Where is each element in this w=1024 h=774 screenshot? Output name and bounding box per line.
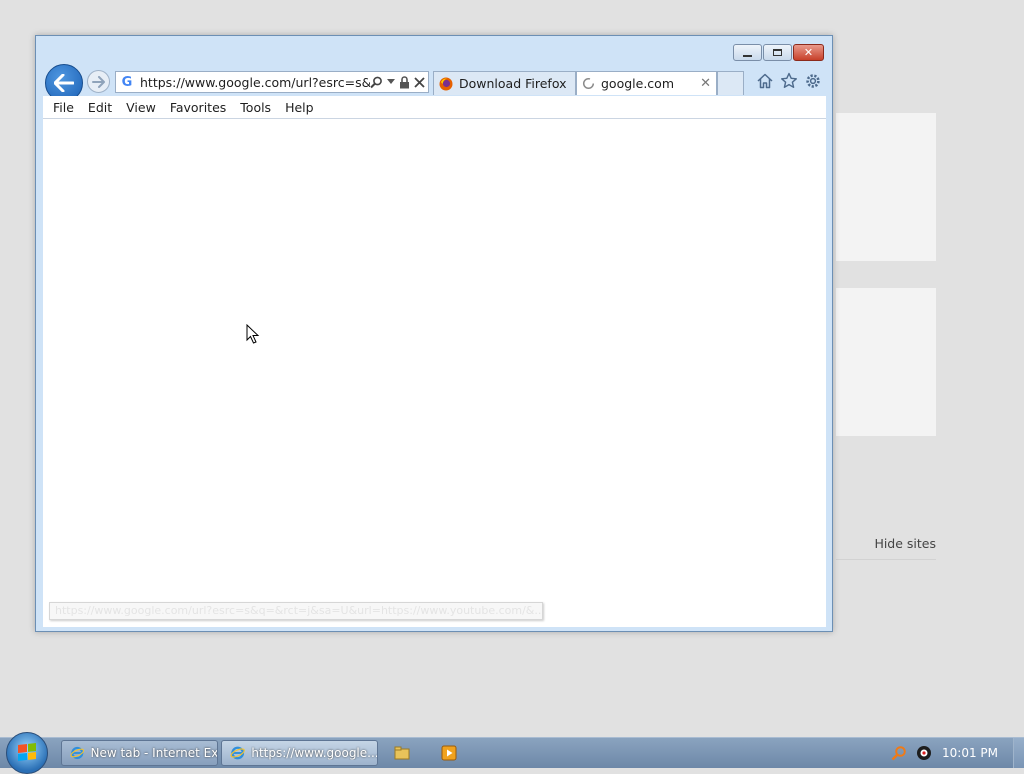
internet-explorer-icon xyxy=(230,746,245,760)
stop-icon[interactable] xyxy=(414,76,425,88)
status-bar-url: https://www.google.com/url?esrc=s&q=&rct… xyxy=(49,602,543,620)
minimize-button[interactable] xyxy=(733,44,762,61)
google-favicon-icon: G xyxy=(121,74,133,90)
taskbar-button-google[interactable]: https://www.google.... xyxy=(221,740,378,766)
taskbar-button-new-tab[interactable]: New tab - Internet Ex... xyxy=(61,740,218,766)
search-tray-icon[interactable] xyxy=(891,745,907,761)
firefox-icon xyxy=(439,77,453,90)
caption-buttons: ✕ xyxy=(733,44,824,61)
maximize-button[interactable] xyxy=(763,44,792,61)
home-icon[interactable] xyxy=(756,72,774,90)
browser-window: ✕ G https://www.google.com/url?esrc=s&q=… xyxy=(35,35,833,632)
taskbar: New tab - Internet Ex... https://www.goo… xyxy=(0,732,1024,774)
top-site-tile[interactable] xyxy=(836,288,936,436)
mouse-cursor-icon xyxy=(246,324,260,344)
back-arrow-icon xyxy=(54,74,74,92)
new-tab-button[interactable] xyxy=(717,71,744,95)
tab-strip: Download Firefox B... google.com ✕ xyxy=(433,71,744,95)
file-explorer-icon[interactable] xyxy=(394,745,410,761)
address-bar-icons xyxy=(370,75,428,89)
internet-explorer-icon xyxy=(70,746,85,760)
address-url[interactable]: https://www.google.com/url?esrc=s&q=& xyxy=(140,75,370,90)
close-button[interactable]: ✕ xyxy=(793,44,824,61)
tab-label: google.com xyxy=(601,76,674,91)
command-icons xyxy=(756,72,822,90)
settings-gear-icon[interactable] xyxy=(804,72,822,90)
media-player-icon[interactable] xyxy=(441,745,457,761)
close-icon: ✕ xyxy=(803,46,814,59)
menu-edit[interactable]: Edit xyxy=(81,100,119,115)
address-bar[interactable]: G https://www.google.com/url?esrc=s&q=& xyxy=(115,71,429,93)
taskbar-button-label: New tab - Internet Ex... xyxy=(90,746,217,760)
forward-arrow-icon xyxy=(91,75,105,88)
maximize-icon xyxy=(773,49,782,56)
menu-file[interactable]: File xyxy=(46,100,81,115)
close-tab-icon[interactable]: ✕ xyxy=(700,76,711,91)
loading-icon xyxy=(582,77,595,90)
favorites-star-icon[interactable] xyxy=(780,72,798,90)
page-content[interactable]: https://www.google.com/url?esrc=s&q=&rct… xyxy=(43,119,826,627)
top-site-tile[interactable] xyxy=(836,113,936,261)
forward-button[interactable] xyxy=(87,70,110,93)
menu-help[interactable]: Help xyxy=(278,100,321,115)
search-icon[interactable] xyxy=(370,76,383,89)
tab-google[interactable]: google.com ✕ xyxy=(576,71,717,95)
tab-label: Download Firefox B... xyxy=(459,76,570,91)
system-clock[interactable]: 10:01 PM xyxy=(942,746,998,760)
menu-tools[interactable]: Tools xyxy=(233,100,278,115)
dropdown-icon[interactable] xyxy=(387,79,395,85)
media-tray-icon[interactable] xyxy=(916,745,932,761)
menu-favorites[interactable]: Favorites xyxy=(163,100,233,115)
windows-logo-icon xyxy=(18,743,36,761)
tab-download-firefox[interactable]: Download Firefox B... xyxy=(433,71,576,95)
hide-sites-link[interactable]: Hide sites xyxy=(836,536,936,560)
minimize-icon xyxy=(743,54,752,57)
taskbar-button-label: https://www.google.... xyxy=(251,746,377,760)
show-desktop-button[interactable] xyxy=(1013,738,1024,768)
lock-icon[interactable] xyxy=(399,75,410,89)
menu-bar: File Edit View Favorites Tools Help xyxy=(43,96,826,119)
menu-view[interactable]: View xyxy=(119,100,163,115)
